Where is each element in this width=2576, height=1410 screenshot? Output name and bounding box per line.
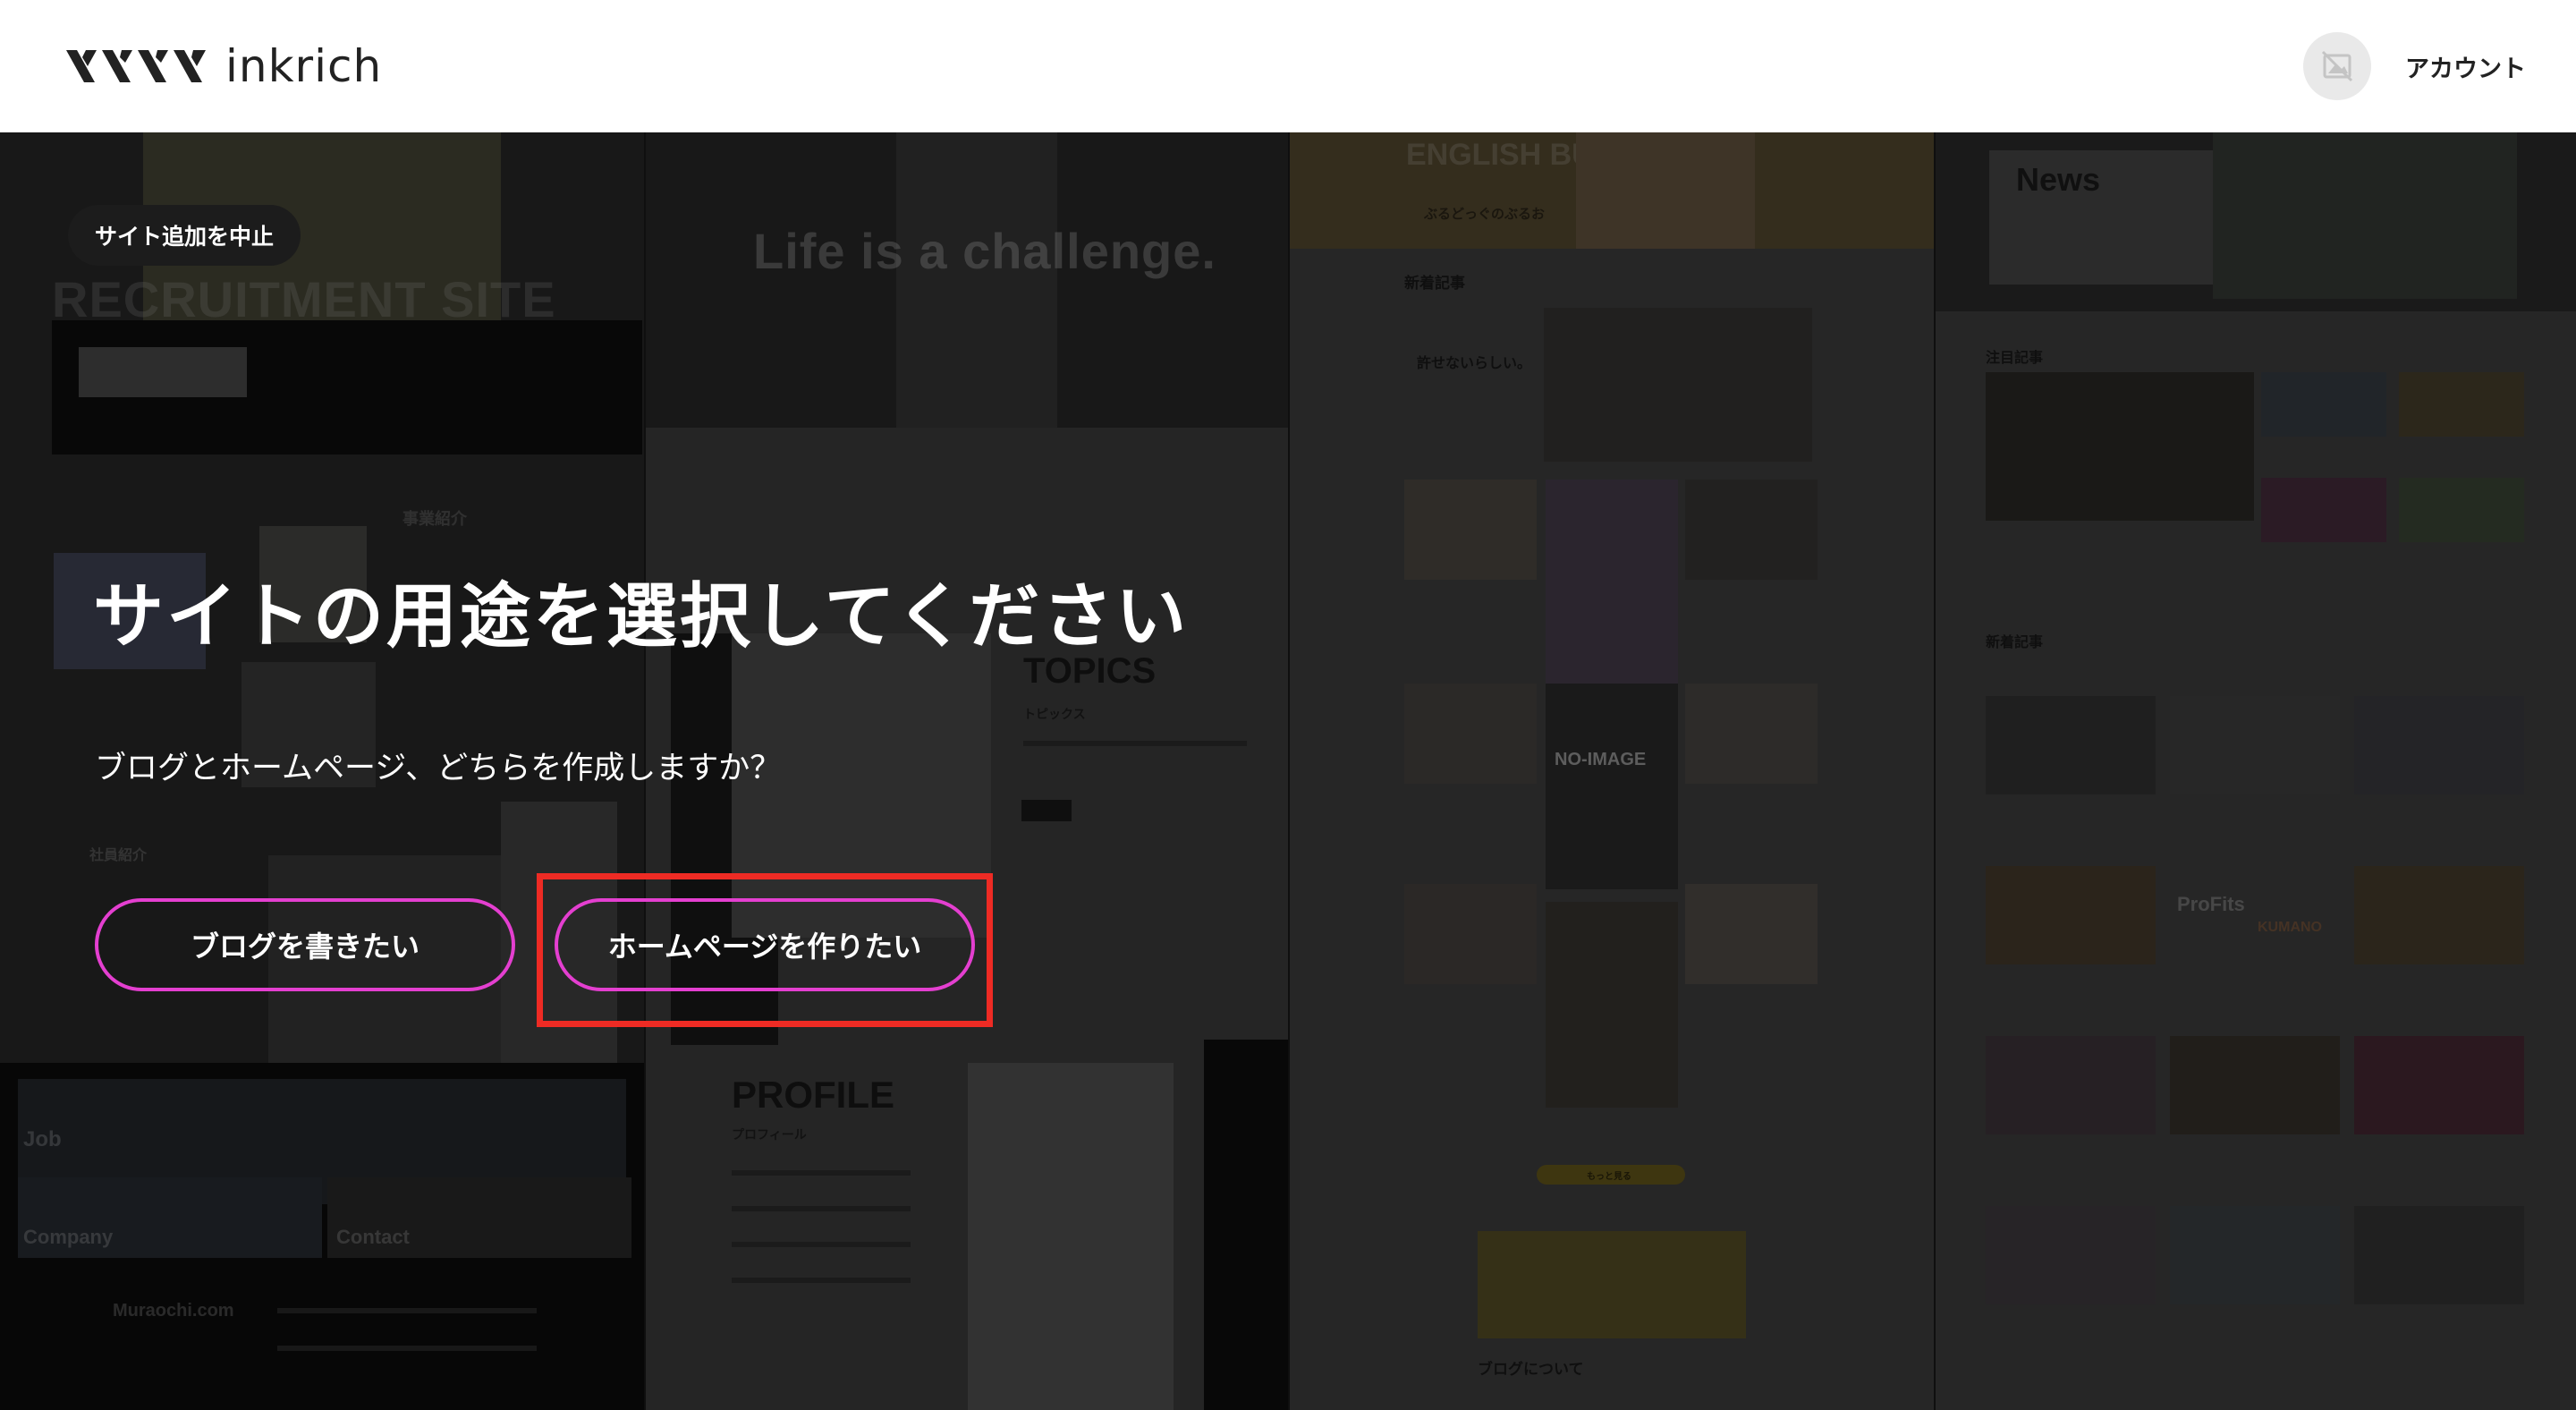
logo-text: inkrich xyxy=(225,40,383,92)
homepage-choice-button[interactable]: ホームページを作りたい xyxy=(555,898,975,991)
page-title: サイトの用途を選択してください xyxy=(93,575,1190,658)
inkrich-logo-mark-icon xyxy=(66,50,206,82)
inkrich-logo[interactable]: inkrich xyxy=(66,39,382,93)
account-avatar[interactable] xyxy=(2303,32,2371,100)
no-image-avatar-icon xyxy=(2321,50,2353,82)
page-subtitle: ブログとホームページ、どちらを作成しますか？ xyxy=(95,751,782,786)
app-header: inkrich アカウント xyxy=(0,0,2576,132)
account-menu[interactable]: アカウント xyxy=(2303,30,2526,102)
account-label[interactable]: アカウント xyxy=(2405,49,2526,84)
blog-choice-button[interactable]: ブログを書きたい xyxy=(95,898,515,991)
cancel-site-add-button[interactable]: サイト追加を中止 xyxy=(68,205,301,266)
